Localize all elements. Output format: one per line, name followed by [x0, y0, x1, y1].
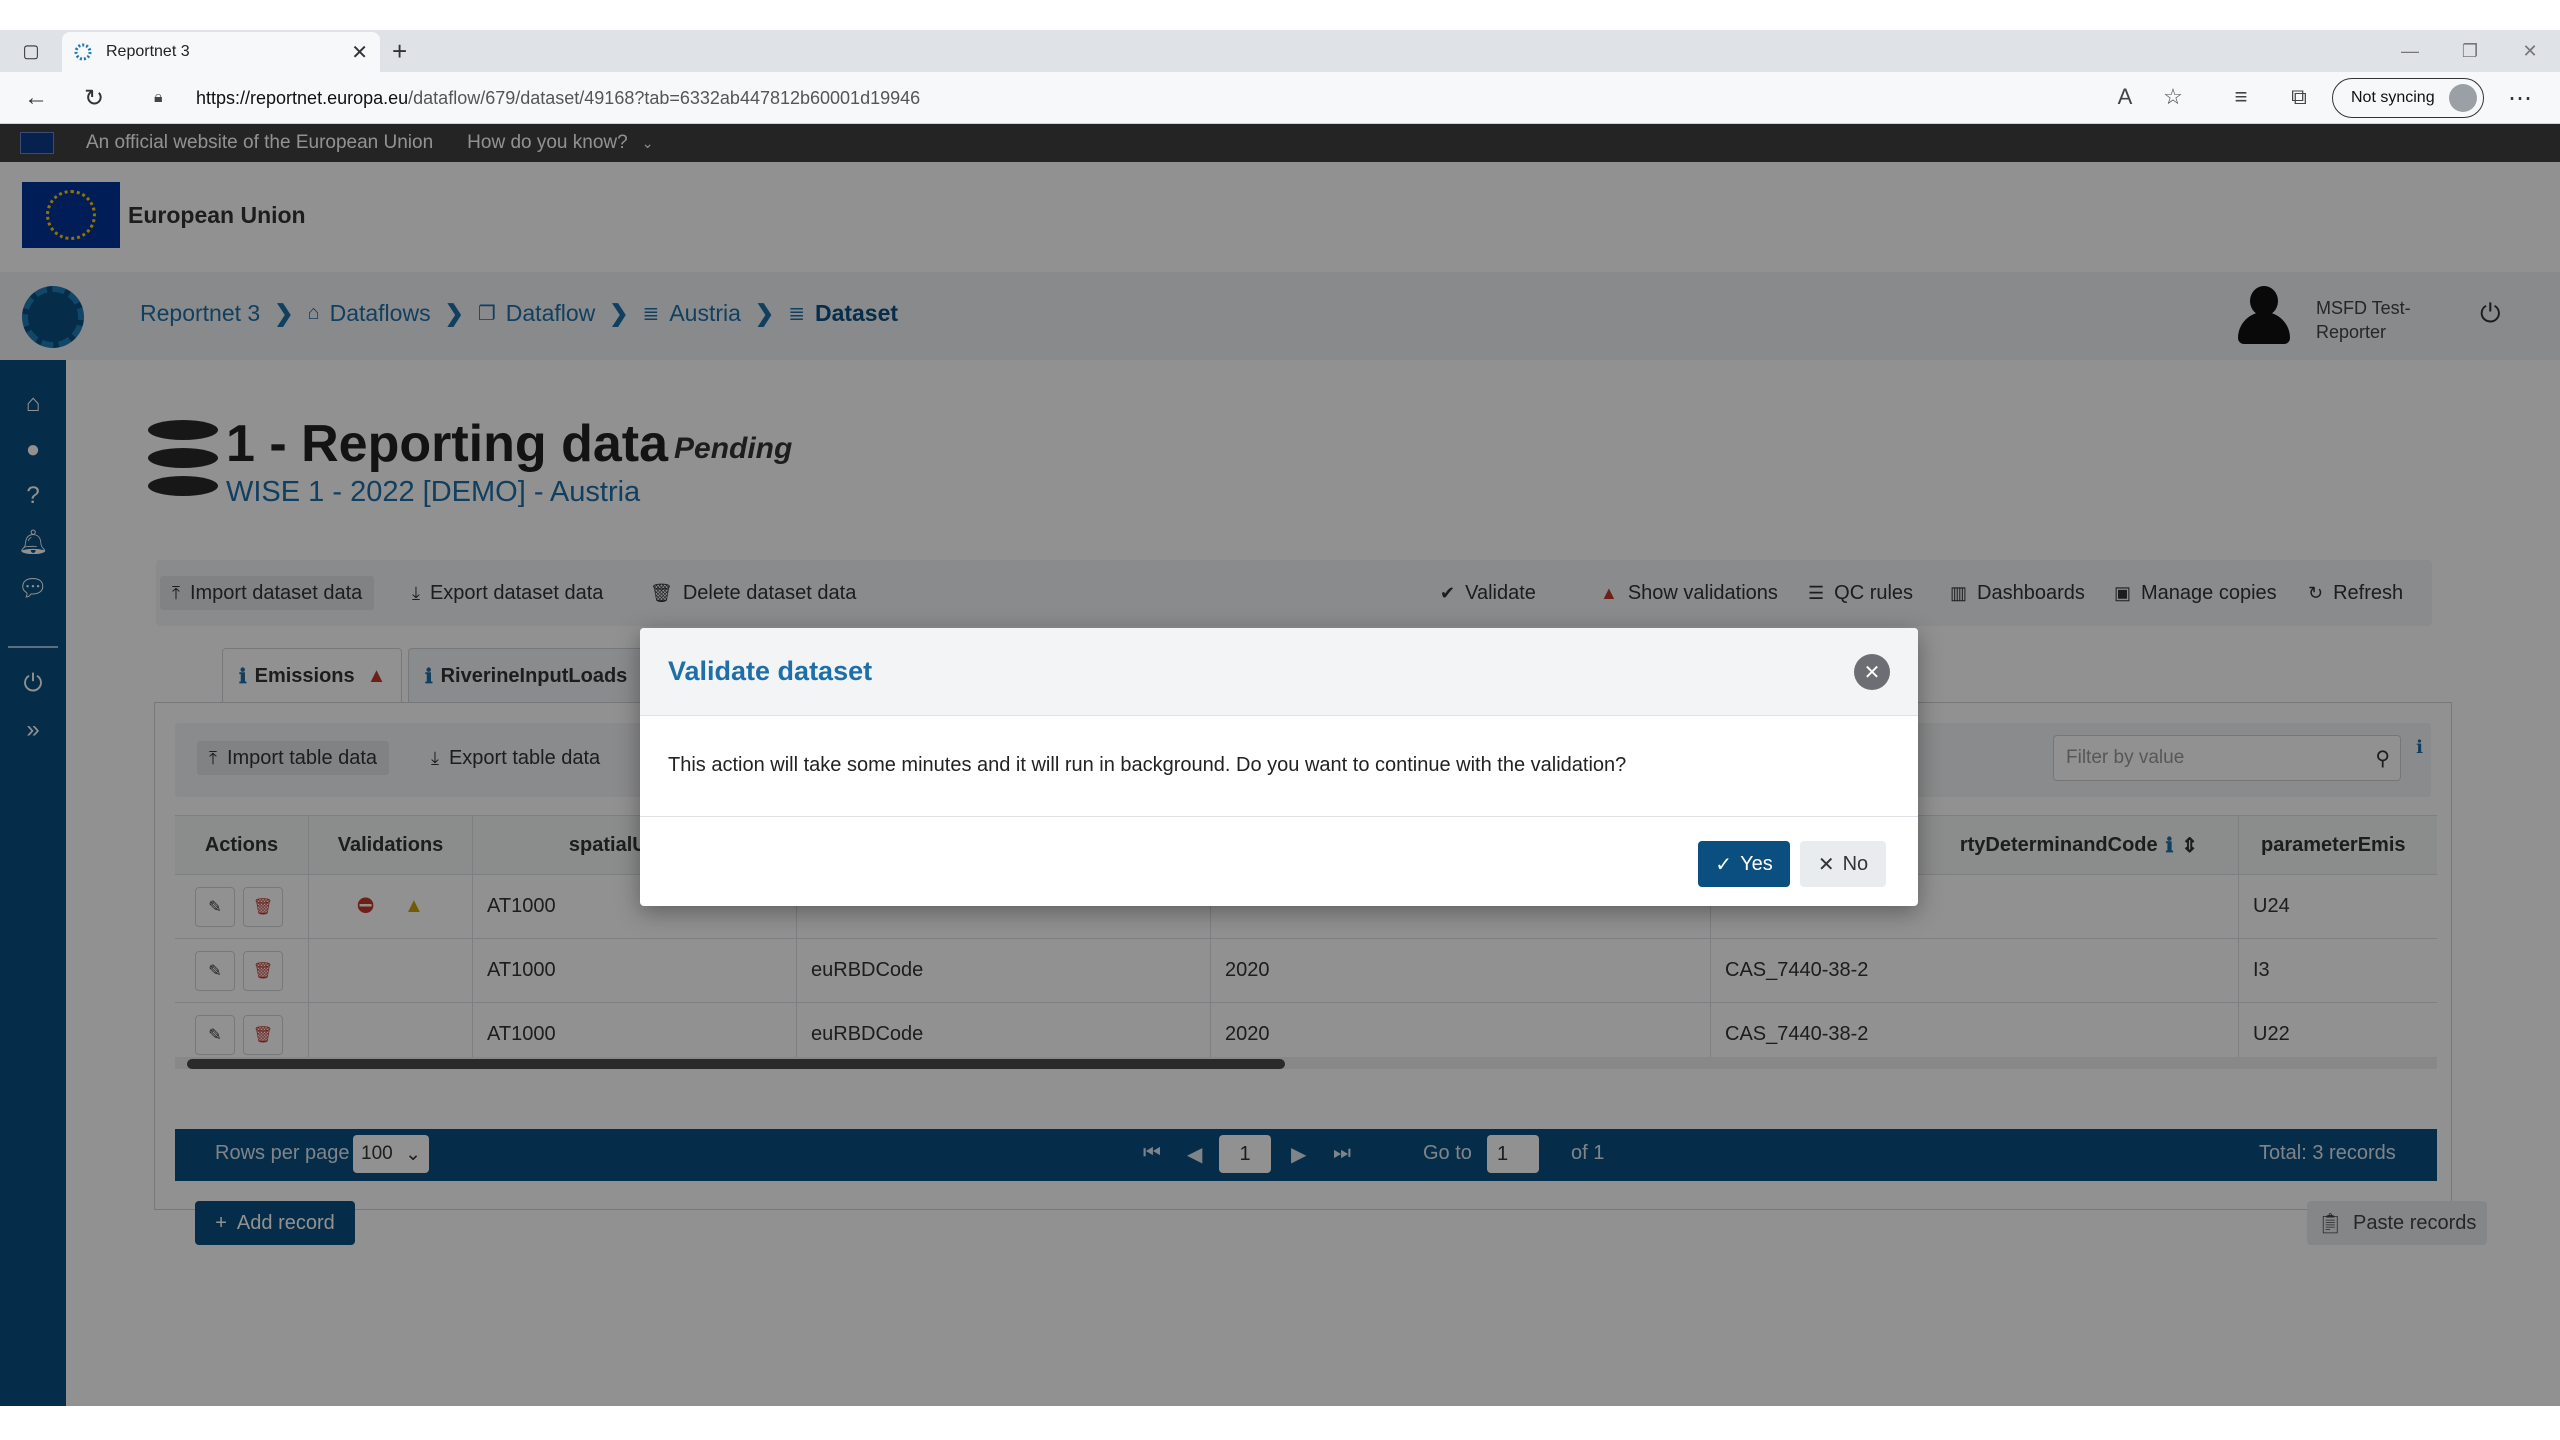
read-aloud-icon[interactable]: A	[2110, 84, 2140, 110]
dialog-footer: ✓ Yes ✕ No	[640, 816, 1918, 906]
favorites-icon[interactable]: ≡	[2226, 84, 2256, 110]
dialog-header: Validate dataset ✕	[640, 628, 1918, 716]
yes-button[interactable]: ✓ Yes	[1698, 841, 1790, 887]
check-icon: ✓	[1715, 853, 1733, 876]
browser-tab-bar: ▢ Reportnet 3 ✕ + — ❐ ✕	[0, 30, 2560, 72]
dialog-message: This action will take some minutes and i…	[668, 754, 1627, 776]
close-window-icon[interactable]: ✕	[2500, 30, 2560, 72]
close-tab-icon[interactable]: ✕	[351, 40, 368, 65]
address-bar-row: ← ↻ 🔒︎ https://reportnet.europa.eu/dataf…	[0, 72, 2560, 124]
url-path: /dataflow/679/dataset/49168?tab=6332ab44…	[408, 87, 921, 108]
browser-tab[interactable]: Reportnet 3 ✕	[62, 32, 380, 72]
minimize-icon[interactable]: —	[2380, 30, 2440, 72]
profile-avatar-icon	[2449, 84, 2477, 112]
yes-label: Yes	[1740, 852, 1773, 875]
close-icon[interactable]: ✕	[1854, 654, 1890, 690]
restore-icon[interactable]: ❐	[2440, 30, 2500, 72]
window-controls: — ❐ ✕	[2380, 30, 2560, 72]
sync-label: Not syncing	[2351, 89, 2435, 106]
collections-icon[interactable]: ⧉	[2284, 84, 2314, 110]
no-button[interactable]: ✕ No	[1800, 841, 1886, 887]
new-tab-icon[interactable]: +	[392, 36, 407, 67]
more-icon[interactable]: ⋯	[2508, 84, 2532, 113]
validate-dialog: Validate dataset ✕ This action will take…	[640, 628, 1918, 906]
lock-icon: 🔒︎	[154, 89, 163, 106]
url-field[interactable]: 🔒︎ https://reportnet.europa.eu/dataflow/…	[140, 78, 2200, 118]
add-favorite-icon[interactable]: ☆	[2158, 84, 2188, 110]
bottom-gap	[0, 1406, 2560, 1440]
reportnet-favicon-icon	[74, 43, 92, 61]
tab-title: Reportnet 3	[106, 43, 190, 60]
tab-actions-icon[interactable]: ▢	[18, 38, 44, 64]
no-label: No	[1842, 852, 1869, 875]
x-icon: ✕	[1817, 853, 1835, 876]
screen: ▢ Reportnet 3 ✕ + — ❐ ✕ ← ↻ 🔒︎ https://r…	[0, 0, 2560, 1440]
url-host: https://reportnet.europa.eu	[196, 87, 409, 108]
reload-icon[interactable]: ↻	[80, 84, 108, 112]
back-icon[interactable]: ←	[22, 84, 50, 112]
dialog-title: Validate dataset	[668, 656, 873, 686]
sync-button[interactable]: Not syncing	[2332, 78, 2484, 118]
